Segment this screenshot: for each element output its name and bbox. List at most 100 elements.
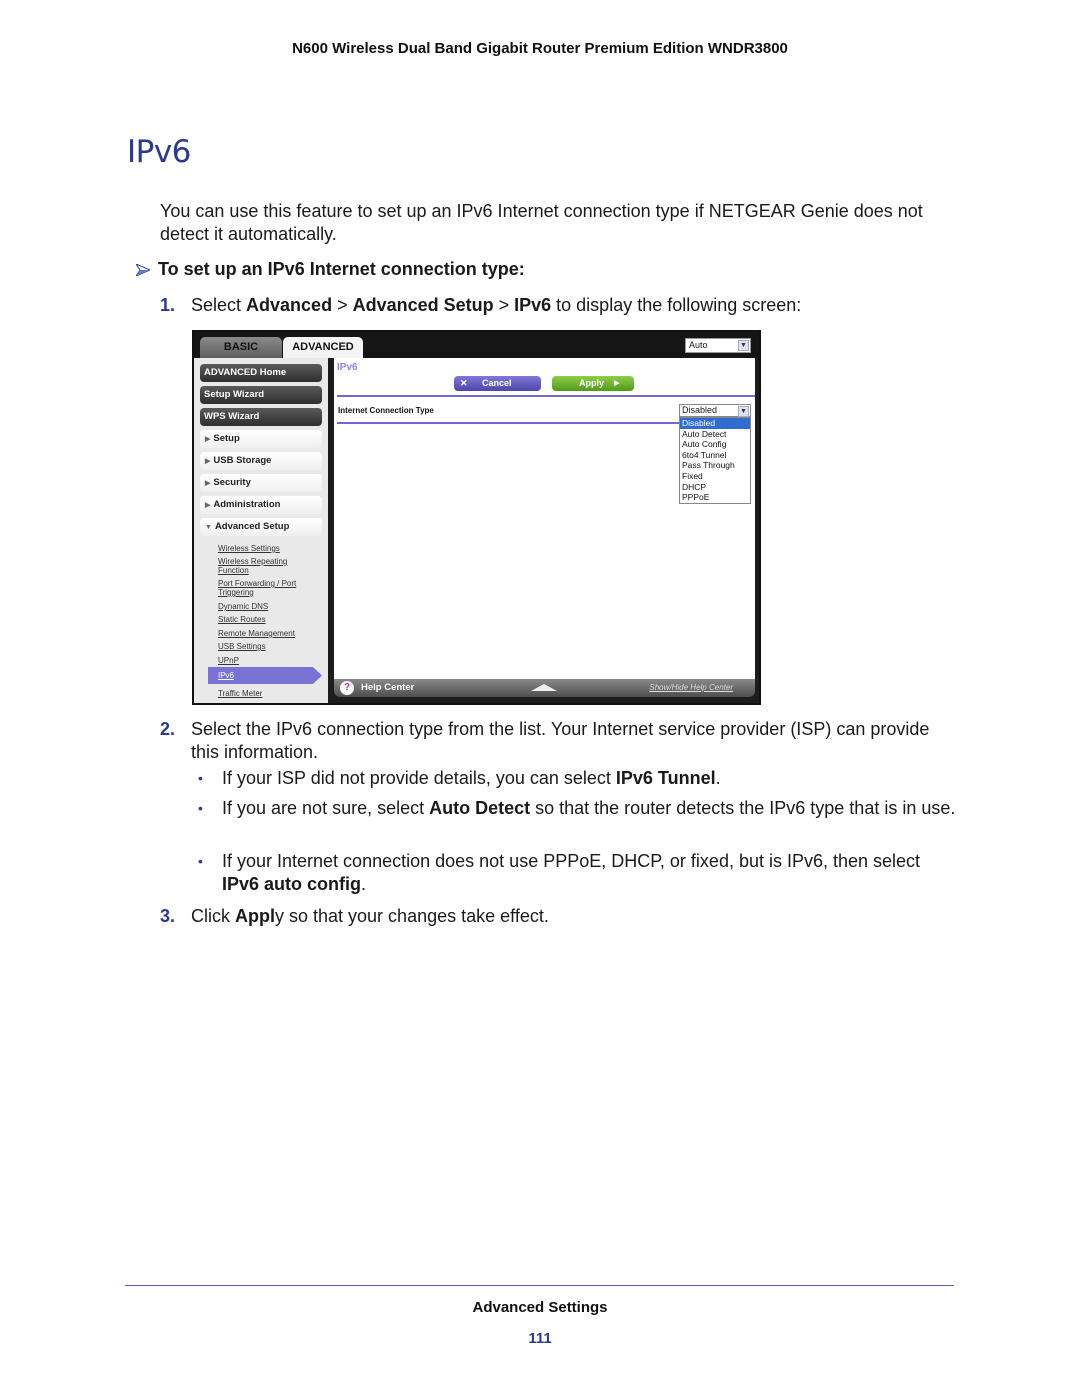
select-value: Disabled [682, 405, 718, 415]
sidebar-setup[interactable]: ▶ Setup [200, 430, 322, 448]
text-run: > [493, 295, 515, 315]
cancel-label: Cancel [482, 378, 512, 388]
sidebar-label: USB Storage [213, 455, 272, 466]
tab-advanced[interactable]: ADVANCED [283, 337, 363, 358]
cancel-button[interactable]: ✕ Cancel [454, 376, 541, 391]
text-run: Click [191, 906, 235, 926]
arrow-pointer-icon [136, 263, 150, 276]
sublink-upnp[interactable]: UPnP [218, 656, 318, 665]
intro-paragraph: You can use this feature to set up an IP… [160, 201, 923, 244]
bold-term: Advanced Setup [352, 295, 494, 315]
sublink-usb-settings[interactable]: USB Settings [218, 642, 318, 651]
help-icon: ? [340, 681, 354, 695]
sidebar-setup-wizard[interactable]: Setup Wizard [200, 386, 322, 404]
footer-section-title: Advanced Settings [472, 1299, 608, 1316]
bullet-2: • If you are not sure, select Auto Detec… [196, 797, 956, 820]
step-1: 1. Select Advanced > Advanced Setup > IP… [160, 294, 960, 317]
sublink-ipv6-active[interactable]: IPv6 [208, 667, 322, 684]
triangle-right-icon: ▶ [205, 502, 211, 509]
content-title: IPv6 [337, 362, 358, 373]
option-auto-detect[interactable]: Auto Detect [680, 429, 750, 440]
running-header: N600 Wireless Dual Band Gigabit Router P… [292, 40, 788, 57]
page-title: IPv6 [127, 134, 191, 170]
text-run: If your Internet connection does not use… [222, 851, 921, 871]
close-icon: ✕ [460, 378, 468, 388]
text-run: to display the following screen: [551, 295, 802, 315]
footer-divider [125, 1285, 954, 1286]
step-3: 3. Click Apply so that your changes take… [160, 905, 960, 928]
bold-term: Auto Detect [429, 798, 531, 818]
triangle-right-icon: ▶ [205, 480, 211, 487]
router-ui-screenshot: BASIC ADVANCED Auto ▼ ADVANCED Home Setu… [192, 330, 761, 705]
option-dhcp[interactable]: DHCP [680, 482, 750, 493]
bullet-dot: • [198, 853, 203, 869]
connection-type-dropdown: Disabled Auto Detect Auto Config 6to4 Tu… [679, 417, 751, 504]
sidebar-administration[interactable]: ▶ Administration [200, 496, 322, 514]
text-run: . [361, 874, 367, 894]
bullet-3: • If your Internet connection does not u… [196, 850, 956, 896]
option-auto-config[interactable]: Auto Config [680, 439, 750, 450]
apply-button[interactable]: Apply ▶ [552, 376, 634, 391]
procedure-heading-text: To set up an IPv6 Internet connection ty… [158, 259, 525, 279]
option-6to4-tunnel[interactable]: 6to4 Tunnel [680, 450, 750, 461]
tab-basic[interactable]: BASIC [200, 337, 282, 358]
sidebar-advanced-home[interactable]: ADVANCED Home [200, 364, 322, 382]
sidebar-label: Security [213, 477, 251, 488]
divider [337, 395, 755, 397]
sidebar-wps-wizard[interactable]: WPS Wizard [200, 408, 322, 426]
triangle-right-icon: ▶ [205, 436, 211, 443]
sidebar-advanced-setup[interactable]: ▼ Advanced Setup [200, 518, 322, 536]
show-hide-help-link[interactable]: Show/Hide Help Center [649, 683, 733, 692]
apply-label: Apply [579, 378, 605, 388]
sublink-static-routes[interactable]: Static Routes [218, 615, 318, 624]
chevron-down-icon: ▼ [738, 406, 749, 417]
bold-term: Appl [235, 906, 275, 926]
language-select-value: Auto [689, 340, 708, 350]
connection-type-label: Internet Connection Type [338, 406, 434, 415]
expand-arrow-icon[interactable] [531, 684, 557, 691]
sublink-remote-management[interactable]: Remote Management [218, 629, 318, 638]
step-2: 2. Select the IPv6 connection type from … [160, 718, 960, 764]
text-run: If your ISP did not provide details, you… [222, 768, 616, 788]
procedure-heading: To set up an IPv6 Internet connection ty… [136, 259, 525, 280]
text-run: . [715, 768, 721, 788]
text-run: > [332, 295, 353, 315]
bold-term: IPv6 [514, 295, 552, 315]
connection-type-select[interactable]: Disabled ▼ [679, 404, 751, 417]
bold-term: Advanced [246, 295, 333, 315]
sidebar-label: Advanced Setup [214, 521, 290, 532]
text-run: If you are not sure, select [222, 798, 430, 818]
sidebar-usb-storage[interactable]: ▶ USB Storage [200, 452, 322, 470]
help-center-label: Help Center [361, 682, 415, 693]
text-run: Select the IPv6 connection type from the… [191, 719, 930, 762]
help-center-bar: ? Help Center Show/Hide Help Center [334, 679, 755, 697]
option-fixed[interactable]: Fixed [680, 471, 750, 482]
sublink-wireless-repeating[interactable]: Wireless Repeating Function [218, 557, 318, 575]
tab-bar: BASIC ADVANCED Auto ▼ [194, 332, 759, 358]
text-run: Select [191, 295, 247, 315]
page-number: 111 [528, 1330, 552, 1347]
option-disabled[interactable]: Disabled [680, 418, 750, 429]
language-select[interactable]: Auto ▼ [685, 338, 751, 353]
chevron-down-icon: ▼ [738, 340, 749, 351]
bold-term: IPv6 Tunnel [615, 768, 716, 788]
sublink-traffic-meter[interactable]: Traffic Meter [218, 689, 318, 698]
option-pass-through[interactable]: Pass Through [680, 460, 750, 471]
sublink-label: IPv6 [218, 671, 235, 680]
sublink-port-forwarding[interactable]: Port Forwarding / Port Triggering [218, 579, 318, 597]
step-number: 1. [160, 295, 176, 315]
divider [337, 422, 679, 424]
text-run: so that the router detects the IPv6 type… [530, 798, 956, 818]
sidebar-label: Administration [213, 499, 281, 510]
sublink-dynamic-dns[interactable]: Dynamic DNS [218, 602, 318, 611]
sidebar-security[interactable]: ▶ Security [200, 474, 322, 492]
step-number: 2. [160, 719, 176, 739]
text-run: y so that your changes take effect. [275, 906, 549, 926]
content-panel: IPv6 ✕ Cancel Apply ▶ Internet Connectio… [334, 358, 755, 679]
option-pppoe[interactable]: PPPoE [680, 492, 750, 503]
sublink-wireless-settings[interactable]: Wireless Settings [218, 544, 318, 553]
bold-term: IPv6 auto config [222, 874, 362, 894]
bullet-text: If you are not sure, select Auto Detect … [222, 797, 956, 820]
sidebar-label: Setup [213, 433, 240, 444]
triangle-down-icon: ▼ [205, 524, 212, 531]
